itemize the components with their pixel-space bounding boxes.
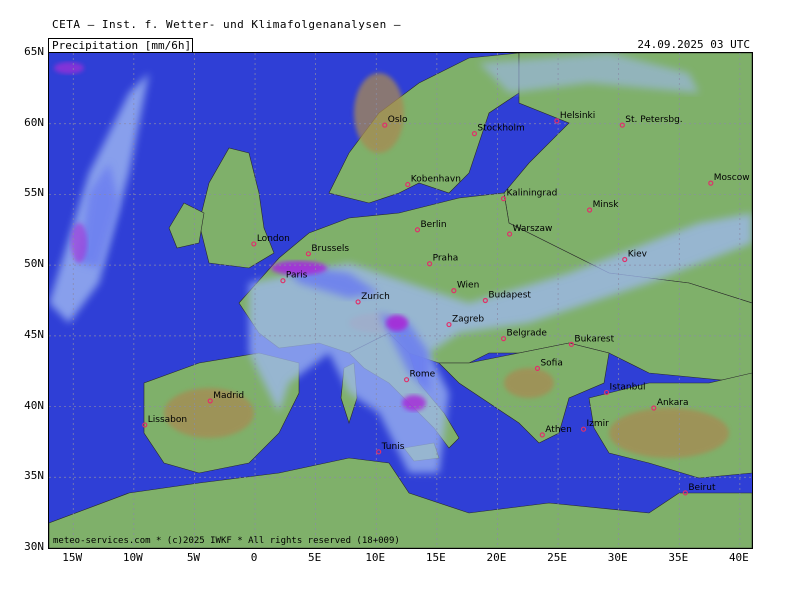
city-label: Warszaw [513, 224, 553, 234]
longitude-tick-label: 15E [425, 551, 446, 564]
city-label: London [257, 234, 290, 244]
latitude-tick-label: 50N [24, 257, 44, 271]
city-label: Madrid [213, 391, 244, 401]
valid-time: 24.09.2025 03 UTC [637, 38, 750, 51]
city-label: Paris [286, 271, 308, 281]
city-label: Kiev [628, 249, 648, 259]
latitude-tick-label: 45N [24, 327, 44, 341]
city-label: Minsk [593, 200, 620, 210]
city-label: Kaliningrad [507, 189, 558, 199]
city-label: Budapest [488, 291, 531, 301]
city-label: Athen [545, 425, 571, 435]
city-label: Lissabon [148, 415, 187, 425]
city-label: Moscow [714, 173, 750, 183]
city-label: Brussels [311, 244, 349, 254]
city-label: Praha [433, 254, 459, 264]
longitude-tick-label: 20E [486, 551, 507, 564]
city-label: Zagreb [452, 315, 484, 325]
city-label: Beirut [688, 483, 716, 493]
latitude-tick-label: 55N [24, 186, 44, 200]
city-label: Ankara [657, 398, 689, 408]
city-label: Berlin [420, 220, 446, 230]
longitude-tick-label: 15W [62, 551, 83, 564]
city-label: Rome [410, 370, 436, 380]
city-label: Tunis [381, 442, 405, 452]
city-label: Stockholm [477, 124, 524, 134]
city-label: Sofia [540, 358, 562, 368]
city-label: Istanbul [610, 382, 646, 392]
map-canvas: Oslo Stockholm Helsinki St. Petersbg. Kobenh… [49, 53, 752, 548]
city-label: Helsinki [560, 111, 595, 121]
latitude-tick-label: 35N [24, 469, 44, 483]
longitude-tick-label: 40E [728, 551, 749, 564]
longitude-tick-label: 10E [365, 551, 386, 564]
variable-label: Precipitation [mm/6h] [48, 38, 193, 53]
city-label: Wien [457, 281, 479, 291]
longitude-tick-label: 10W [122, 551, 143, 564]
latitude-tick-label: 65N [24, 45, 44, 58]
city-label: Izmir [587, 419, 610, 429]
latitude-tick-label: 60N [24, 115, 44, 129]
city-label: Belgrade [507, 329, 548, 339]
city-label: Kobenhavn [411, 175, 461, 185]
longitude-tick-label: 35E [668, 551, 689, 564]
latitude-tick-label: 40N [24, 398, 44, 412]
latitude-tick-label: 30N [24, 540, 44, 553]
city-label: Bukarest [574, 334, 614, 344]
map-header-title: CETA — Inst. f. Wetter- und Klimafolgena… [52, 18, 402, 31]
longitude-tick-label: 0 [250, 551, 258, 564]
credit-footer: meteo-services.com * (c)2025 IWKF * All … [53, 536, 400, 546]
longitude-tick-label: 5E [308, 551, 322, 564]
city-label: Oslo [388, 115, 408, 125]
map-frame[interactable]: Oslo Stockholm Helsinki St. Petersbg. Kobenh… [48, 52, 753, 549]
longitude-tick-label: 25E [547, 551, 567, 564]
longitude-tick-label: 5W [186, 551, 201, 564]
longitude-tick-label: 30E [607, 551, 628, 564]
city-label: Zurich [361, 292, 390, 302]
city-label: St. Petersbg. [625, 115, 682, 125]
